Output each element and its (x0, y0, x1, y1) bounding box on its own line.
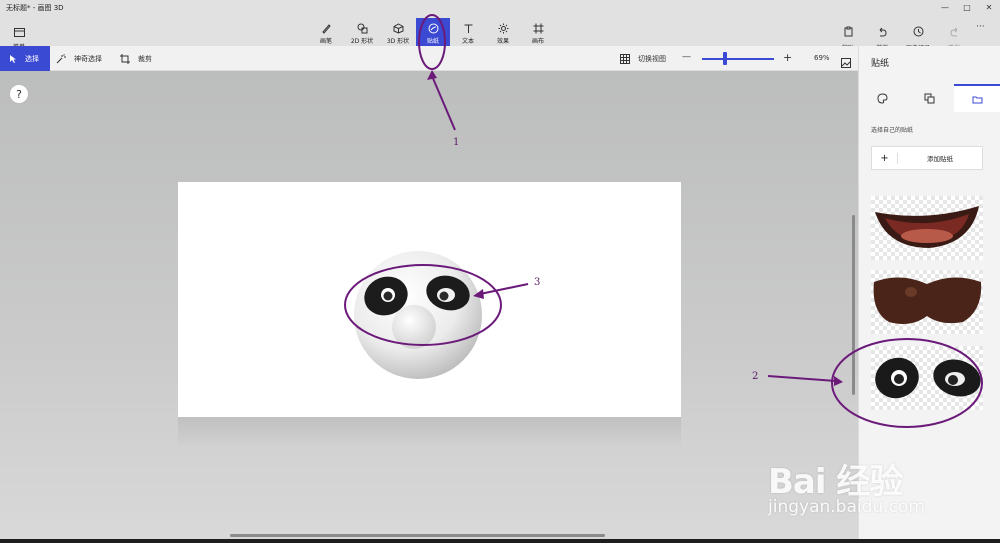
window-title: 无标题* - 画图 3D (6, 4, 64, 12)
panda-eyes-sticker-image (875, 357, 981, 399)
tool-label: 文本 (461, 38, 474, 45)
magic-select-label: 神奇选择 (74, 54, 102, 63)
tab-sticker-textures[interactable] (906, 84, 953, 112)
menu-icon (13, 28, 25, 37)
layers-icon (924, 89, 935, 108)
maximize-button[interactable]: □ (956, 0, 978, 14)
top-toolbar: 无标题* - 画图 3D — □ ✕ 菜单 画笔 2D 形状 3D 形状 贴纸 (0, 0, 1000, 52)
canvas-icon (532, 22, 544, 34)
tool-label: 画笔 (319, 38, 332, 45)
redo-icon (949, 22, 960, 41)
canvas-shadow (178, 417, 681, 447)
horizontal-scrollbar[interactable] (230, 534, 605, 537)
annotation-label-1: 1 (453, 137, 460, 148)
history-button[interactable]: 历史记录 (898, 18, 938, 52)
tool-text[interactable]: 文本 (451, 18, 485, 46)
folder-icon (972, 90, 983, 109)
sticker-tabs (859, 84, 1000, 112)
zoom-in-button[interactable]: + (783, 51, 792, 64)
baidu-watermark-logo: Bai 经验 (768, 462, 903, 502)
add-sticker-label: 添加贴纸 (927, 155, 953, 163)
2d-shapes-icon (356, 22, 368, 34)
undo-icon (877, 22, 888, 41)
text-icon (462, 22, 474, 34)
crop-label: 裁剪 (138, 54, 152, 63)
help-button[interactable]: ? (9, 84, 29, 104)
switch-view-label: 切换视图 (638, 54, 666, 63)
redo-button[interactable]: 重做 (934, 18, 974, 52)
tool-label: 2D 形状 (350, 38, 374, 45)
3d-shapes-icon (392, 22, 404, 34)
zoom-value: 69% (814, 54, 830, 62)
tool-3d-shapes[interactable]: 3D 形状 (381, 18, 415, 46)
crop-button[interactable]: 裁剪 (120, 46, 152, 71)
minimize-button[interactable]: — (934, 0, 956, 14)
picture-icon (841, 53, 851, 72)
tool-label: 画布 (531, 38, 544, 45)
annotation-label-3: 3 (534, 277, 541, 288)
paint3d-window: 无标题* - 画图 3D — □ ✕ 菜单 画笔 2D 形状 3D 形状 贴纸 (0, 0, 1000, 543)
section-label: 选择自己的贴纸 (871, 127, 914, 134)
cursor-icon (9, 49, 17, 68)
tool-2d-shapes[interactable]: 2D 形状 (345, 18, 379, 46)
annotation-label-2: 2 (752, 371, 759, 382)
mustache-sticker[interactable] (871, 270, 983, 334)
zoom-out-button[interactable]: — (682, 52, 691, 62)
window-controls: — □ ✕ (934, 0, 1000, 14)
magic-select-icon (56, 49, 66, 68)
zoom-slider-track[interactable] (702, 58, 774, 60)
zoom-slider-thumb[interactable] (723, 52, 727, 65)
panel-title: 贴纸 (871, 59, 890, 69)
panda-nose (392, 305, 436, 349)
close-button[interactable]: ✕ (978, 0, 1000, 14)
mustache-sticker-image (873, 277, 982, 324)
history-icon (913, 22, 924, 41)
baidu-watermark-url: jingyan.baidu.com (768, 497, 925, 517)
brush-icon (320, 22, 332, 34)
taskbar (0, 539, 1000, 543)
tab-custom-stickers[interactable] (953, 84, 1000, 112)
mouth-sticker[interactable] (871, 196, 983, 260)
palette-icon (877, 89, 888, 108)
tool-canvas[interactable]: 画布 (521, 18, 555, 46)
magic-select-button[interactable]: 神奇选择 (56, 46, 102, 71)
tool-label: 3D 形状 (386, 38, 410, 45)
select-label: 选择 (25, 54, 39, 63)
paste-icon (843, 22, 854, 41)
undo-button[interactable]: 撤消 (862, 18, 902, 52)
panda-face-drawing[interactable] (178, 182, 681, 417)
selection-bar: 选择 神奇选择 裁剪 切换视图 — + 69% (0, 46, 858, 71)
image-view-button[interactable] (841, 53, 851, 72)
tool-brushes[interactable]: 画笔 (309, 18, 343, 46)
select-button[interactable]: 选择 (0, 46, 50, 71)
panda-eyes-sticker[interactable] (871, 346, 983, 410)
effects-icon (497, 22, 509, 34)
grid-view-icon (620, 49, 630, 68)
tool-effects[interactable]: 效果 (486, 18, 520, 46)
plus-icon: + (872, 152, 898, 164)
drawing-canvas[interactable] (178, 182, 681, 417)
tool-label: 贴纸 (426, 38, 439, 45)
tab-sticker-palette[interactable] (859, 84, 906, 112)
vertical-scrollbar[interactable] (852, 215, 855, 395)
tool-stickers[interactable]: 贴纸 (416, 18, 450, 46)
more-options-button[interactable]: ··· (976, 22, 985, 32)
mouth-sticker-image (875, 206, 979, 248)
sticker-icon (427, 22, 439, 34)
switch-view-button[interactable]: 切换视图 (620, 46, 666, 71)
add-sticker-button[interactable]: + 添加贴纸 (871, 146, 983, 170)
crop-icon (120, 49, 130, 68)
tool-label: 效果 (496, 38, 509, 45)
